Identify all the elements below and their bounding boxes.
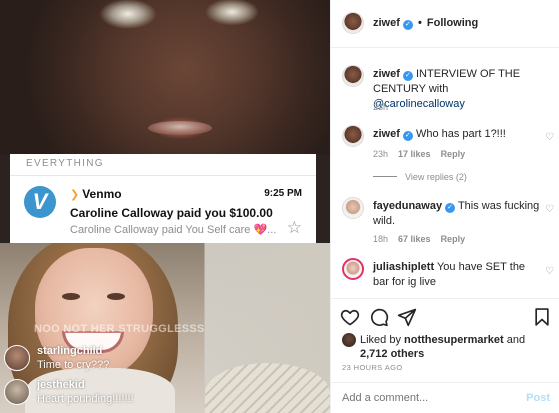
guest-eye-right [107,293,125,300]
view-replies-label: View replies (2) [405,172,467,182]
live-comment-username[interactable]: starlingchild [37,345,102,357]
comment-text: fayedunaway ✓ This was fucking wild. [373,199,543,229]
comment-bubble-icon[interactable] [369,307,389,327]
post-side-panel: ziwef ✓ • Following ziwef ✓ INTERVIEW OF T… [330,0,559,413]
post-header: ziwef ✓ • Following [331,0,559,48]
author-avatar[interactable] [342,12,364,34]
star-icon[interactable]: ☆ [287,218,302,238]
background-chair [205,363,330,413]
share-paper-plane-icon[interactable] [397,307,417,327]
liker-avatar[interactable] [342,333,356,347]
guest-eye-left [62,293,80,300]
comment-avatar-story-ring[interactable] [342,258,364,280]
replies-divider [373,176,397,177]
comment-like-heart-icon[interactable]: ♡ [545,132,554,143]
host-face-detail [148,121,212,135]
liked-by-text: Liked by notthesupermarket and 2,712 othe… [360,333,550,361]
verified-badge-icon: ✓ [402,71,413,81]
post-header-info: ziwef ✓ • Following [373,17,478,30]
comment-body: Who has part 1?!!! [415,128,506,140]
notification-section-label: EVERYTHING [10,154,316,176]
like-heart-icon[interactable] [340,307,360,327]
comment-username[interactable]: juliashiplett [373,261,434,273]
live-comment: starlingchild Time to cry??? [4,343,204,377]
comment-meta: 23h 17 likes Reply [373,149,475,159]
save-bookmark-icon[interactable] [532,307,552,327]
comment-meta: 18h 67 likes Reply [373,234,475,244]
liked-by-and: and [503,334,526,346]
caption-avatar[interactable] [342,65,364,87]
heart-emoji-icon: 💖 [253,224,268,236]
caption-text: ziwef ✓ INTERVIEW OF THE CENTURY with @ca… [373,67,543,112]
comment-like-heart-icon[interactable]: ♡ [545,266,554,277]
notification-app-name: ❯ Venmo [70,187,122,201]
verified-badge-icon: ✓ [402,131,413,141]
venmo-notification[interactable]: EVERYTHING V ❯ Venmo 9:25 PM Caroline Cal… [10,154,316,243]
comment-text: ziwef ✓ Who has part 1?!!! [373,127,543,142]
reply-button[interactable]: Reply [441,234,466,244]
venmo-logo-icon: V [24,186,56,218]
comment-avatar[interactable] [342,197,364,219]
comment-text: juliashiplett You have SET the bar for i… [373,260,543,290]
post-actions: Liked by notthesupermarket and 2,712 othe… [331,298,559,393]
likes-count-link[interactable]: 2,712 others [360,348,424,360]
live-comment-text: Heart pounding!!!!!!! [37,393,134,405]
live-comment-fading: NOO NOT HER STRUGGLESSS [34,323,205,335]
post-timestamp[interactable]: 23 HOURS AGO [342,363,403,372]
header-separator: • [417,17,422,29]
reply-button[interactable]: Reply [441,149,466,159]
venmo-chevron-icon: ❯ [70,189,80,201]
caption-username[interactable]: ziwef [373,68,400,80]
live-comment-avatar[interactable] [4,345,30,371]
notification-body-text: Caroline Calloway paid You Self care [70,224,251,236]
notification-body: Caroline Calloway paid You Self care 💖..… [70,223,276,236]
live-comment-username[interactable]: jesthekid [37,379,85,391]
comment-like-heart-icon[interactable]: ♡ [545,204,554,215]
add-comment-input[interactable] [342,392,512,404]
notification-app-label: Venmo [82,187,122,201]
live-comment-text: Time to cry??? [37,359,110,371]
host-camera-feed [0,0,330,155]
comment-username[interactable]: ziwef [373,128,400,140]
comment-avatar[interactable] [342,125,364,147]
comment-time[interactable]: 18h [373,234,388,244]
view-replies-button[interactable]: View replies (2) [373,172,467,182]
caption-meta: 23h [373,102,398,112]
live-video[interactable]: EVERYTHING V ❯ Venmo 9:25 PM Caroline Cal… [0,0,330,413]
verified-badge-icon: ✓ [445,203,456,213]
author-username[interactable]: ziwef [373,17,400,29]
post-comment-button[interactable]: Post [526,392,550,404]
comment-username[interactable]: fayedunaway [373,200,442,212]
liked-by-prefix: Liked by [360,334,405,346]
comment-likes[interactable]: 17 likes [398,149,431,159]
following-button[interactable]: Following [427,17,478,29]
caption-time[interactable]: 23h [373,102,388,112]
comment-composer: Post [331,382,559,413]
live-comment-avatar[interactable] [4,379,30,405]
notification-title: Caroline Calloway paid you $100.00 [70,206,273,220]
liker-username[interactable]: notthesupermarket [404,334,504,346]
comment-likes[interactable]: 67 likes [398,234,431,244]
comment-time[interactable]: 23h [373,149,388,159]
verified-badge-icon: ✓ [402,20,413,30]
notification-body-ellipsis: ... [267,224,277,236]
notification-time: 9:25 PM [264,188,302,199]
live-comment: jesthekid Heart pounding!!!!!!! [4,377,204,411]
